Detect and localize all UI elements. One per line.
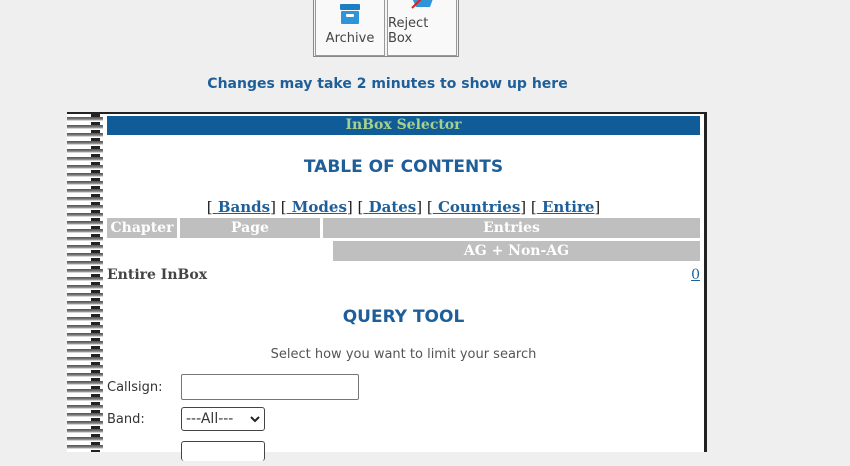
archive-label: Archive	[325, 31, 375, 46]
reject-box-label: Reject Box	[388, 16, 429, 46]
toc-title: TABLE OF CONTENTS	[303, 157, 504, 177]
archive-button[interactable]: Archive	[315, 0, 385, 56]
entries-header: Entries	[323, 218, 700, 238]
spiral-holes	[91, 114, 100, 452]
toc-header-row: Chapter Page Entries	[107, 218, 700, 238]
inbox-selector-title: InBox Selector	[107, 116, 700, 135]
toc-link-modes[interactable]: Modes	[287, 198, 347, 216]
toc-link-countries[interactable]: Countries	[433, 198, 520, 216]
entire-inbox-count-link[interactable]: 0	[691, 264, 700, 286]
band-select[interactable]: ---All---	[181, 407, 265, 431]
next-select[interactable]	[181, 441, 265, 461]
toc-subheader-row: AG + Non-AG	[107, 241, 700, 261]
chevron-down-icon	[250, 411, 260, 427]
entire-inbox-label: Entire InBox	[107, 267, 208, 283]
toc-link-entire[interactable]: Entire	[537, 198, 594, 216]
entire-inbox-row: Entire InBox 0	[107, 264, 700, 286]
notebook-content: InBox Selector TABLE OF CONTENTS [ Bands…	[107, 116, 700, 466]
archive-box-icon	[338, 0, 362, 25]
toc-links: [ Bands] [ Modes] [ Dates] [ Countries] …	[206, 198, 601, 216]
callsign-row: Callsign:	[107, 372, 700, 402]
toc-link-bands[interactable]: Bands	[213, 198, 270, 216]
next-row	[107, 436, 700, 466]
reject-box-icon	[408, 0, 436, 10]
band-label: Band:	[107, 411, 145, 427]
chapter-header: Chapter	[107, 218, 177, 238]
callsign-label: Callsign:	[107, 379, 163, 395]
action-toolbar: Archive Reject Box	[313, 0, 459, 57]
page-header: Page	[180, 218, 320, 238]
band-row: Band: ---All---	[107, 404, 700, 434]
callsign-input[interactable]	[181, 374, 359, 400]
inbox-notebook: InBox Selector TABLE OF CONTENTS [ Bands…	[67, 112, 707, 461]
band-selected-value: ---All---	[186, 411, 234, 427]
toc-link-dates[interactable]: Dates	[363, 198, 417, 216]
update-notice: Changes may take 2 minutes to show up he…	[207, 76, 568, 92]
query-tool-help: Select how you want to limit your search	[270, 347, 537, 362]
query-tool-title: QUERY TOOL	[342, 307, 465, 327]
reject-box-button[interactable]: Reject Box	[387, 0, 457, 56]
ag-nonag-header: AG + Non-AG	[333, 241, 700, 261]
